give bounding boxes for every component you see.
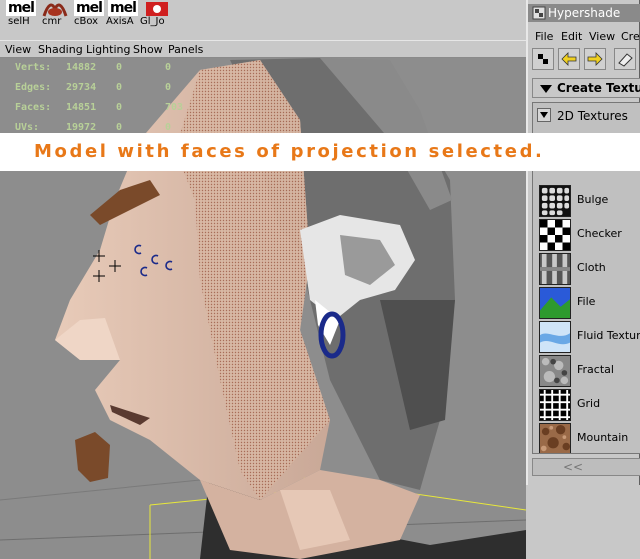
menu-show[interactable]: Show (133, 43, 163, 57)
caption-banner: Model with faces of projection selected. (0, 133, 640, 171)
texture-item-mountain[interactable]: Mountain (533, 421, 640, 453)
section-label: 2D Textures (557, 109, 628, 123)
hud-value: 14882 (66, 62, 97, 73)
menu-lighting[interactable]: Lighting (86, 43, 130, 57)
menu-view[interactable]: View (5, 43, 31, 57)
shelf-button-cmr[interactable]: cmr (38, 0, 72, 34)
section-2d-textures[interactable]: 2D Textures (537, 107, 640, 125)
mountain-swatch-icon (539, 423, 571, 453)
hud-value: 0 (116, 102, 123, 113)
checker-swatch-icon (539, 219, 571, 251)
menu-view[interactable]: View (589, 30, 615, 43)
hud-value: 29734 (66, 82, 97, 93)
bulge-swatch-icon (539, 185, 571, 217)
hud-label: Edges: (15, 82, 52, 93)
hypershade-toolbar (530, 46, 640, 72)
hud-label: Verts: (15, 62, 52, 73)
shelf-button-selh[interactable]: mel selH (4, 0, 38, 34)
hypershade-icon (532, 6, 546, 20)
hud-value: 0 (116, 82, 123, 93)
texture-item-file[interactable]: File (533, 285, 640, 319)
texture-item-cloth[interactable]: Cloth (533, 251, 640, 285)
mel-icon: mel (108, 0, 138, 16)
shelf-button-gl-jo[interactable]: Gl_Jo (140, 0, 174, 34)
caption-text: Model with faces of projection selected. (34, 141, 545, 162)
hud-value: 0 (165, 82, 172, 93)
section-toggle-icon (537, 108, 551, 122)
cloth-swatch-icon (539, 253, 571, 285)
create-texture-label: Create Texture (557, 81, 640, 95)
file-swatch-icon (539, 287, 571, 319)
texture-name: Checker (577, 227, 622, 240)
hud-value: 0 (116, 62, 123, 73)
menu-edit[interactable]: Edit (561, 30, 582, 43)
texture-name: Mountain (577, 431, 629, 444)
checker-tool-icon[interactable] (532, 48, 554, 70)
menu-create[interactable]: Crea (621, 30, 640, 43)
texture-item-grid[interactable]: Grid (533, 387, 640, 421)
texture-name: Bulge (577, 193, 609, 206)
menu-shading[interactable]: Shading (38, 43, 83, 57)
shelf: mel selH cmr mel cBox mel AxisA Gl_Jo (0, 0, 526, 38)
texture-item-bulge[interactable]: Bulge (533, 183, 640, 217)
texture-item-checker[interactable]: Checker (533, 217, 640, 251)
hypershade-menu-bar: File Edit View Crea (528, 28, 640, 44)
texture-name: Grid (577, 397, 601, 410)
mel-icon: mel (6, 0, 36, 16)
viewport-menu-bar: View Shading Lighting Show Panels (0, 40, 526, 58)
menu-file[interactable]: File (535, 30, 553, 43)
hypershade-title-bar[interactable]: Hypershade (528, 4, 640, 22)
texture-name: Cloth (577, 261, 606, 274)
arrow-right-icon[interactable] (584, 48, 606, 70)
texture-name: Fractal (577, 363, 614, 376)
hud-value: 0 (165, 62, 172, 73)
triangle-down-icon (540, 85, 552, 93)
texture-name: Fluid Texture (577, 329, 640, 342)
horizontal-scrollbar[interactable]: << (532, 458, 640, 476)
arrow-left-icon[interactable] (558, 48, 580, 70)
eraser-icon[interactable] (614, 48, 636, 70)
hud-value: 14851 (66, 102, 97, 113)
texture-item-fractal[interactable]: Fractal (533, 353, 640, 387)
create-texture-dropdown[interactable]: Create Texture (532, 78, 640, 98)
texture-item-fluid-texture[interactable]: Fluid Texture (533, 319, 640, 353)
shelf-button-axisa[interactable]: mel AxisA (106, 0, 140, 34)
shelf-label: Gl_Jo (140, 16, 165, 27)
window-title: Hypershade (548, 6, 621, 20)
shelf-button-cbox[interactable]: mel cBox (72, 0, 106, 34)
grid-swatch-icon (539, 389, 571, 421)
mel-icon: mel (74, 0, 104, 16)
fractal-swatch-icon (539, 355, 571, 387)
hud-value: 703 (165, 102, 184, 113)
scroll-left-label: << (563, 460, 584, 474)
hud-label: Faces: (15, 102, 52, 113)
texture-name: File (577, 295, 596, 308)
fluid-texture-swatch-icon (539, 321, 571, 353)
menu-panels[interactable]: Panels (168, 43, 203, 57)
hypershade-window: Hypershade File Edit View Crea Create Te… (526, 0, 640, 485)
